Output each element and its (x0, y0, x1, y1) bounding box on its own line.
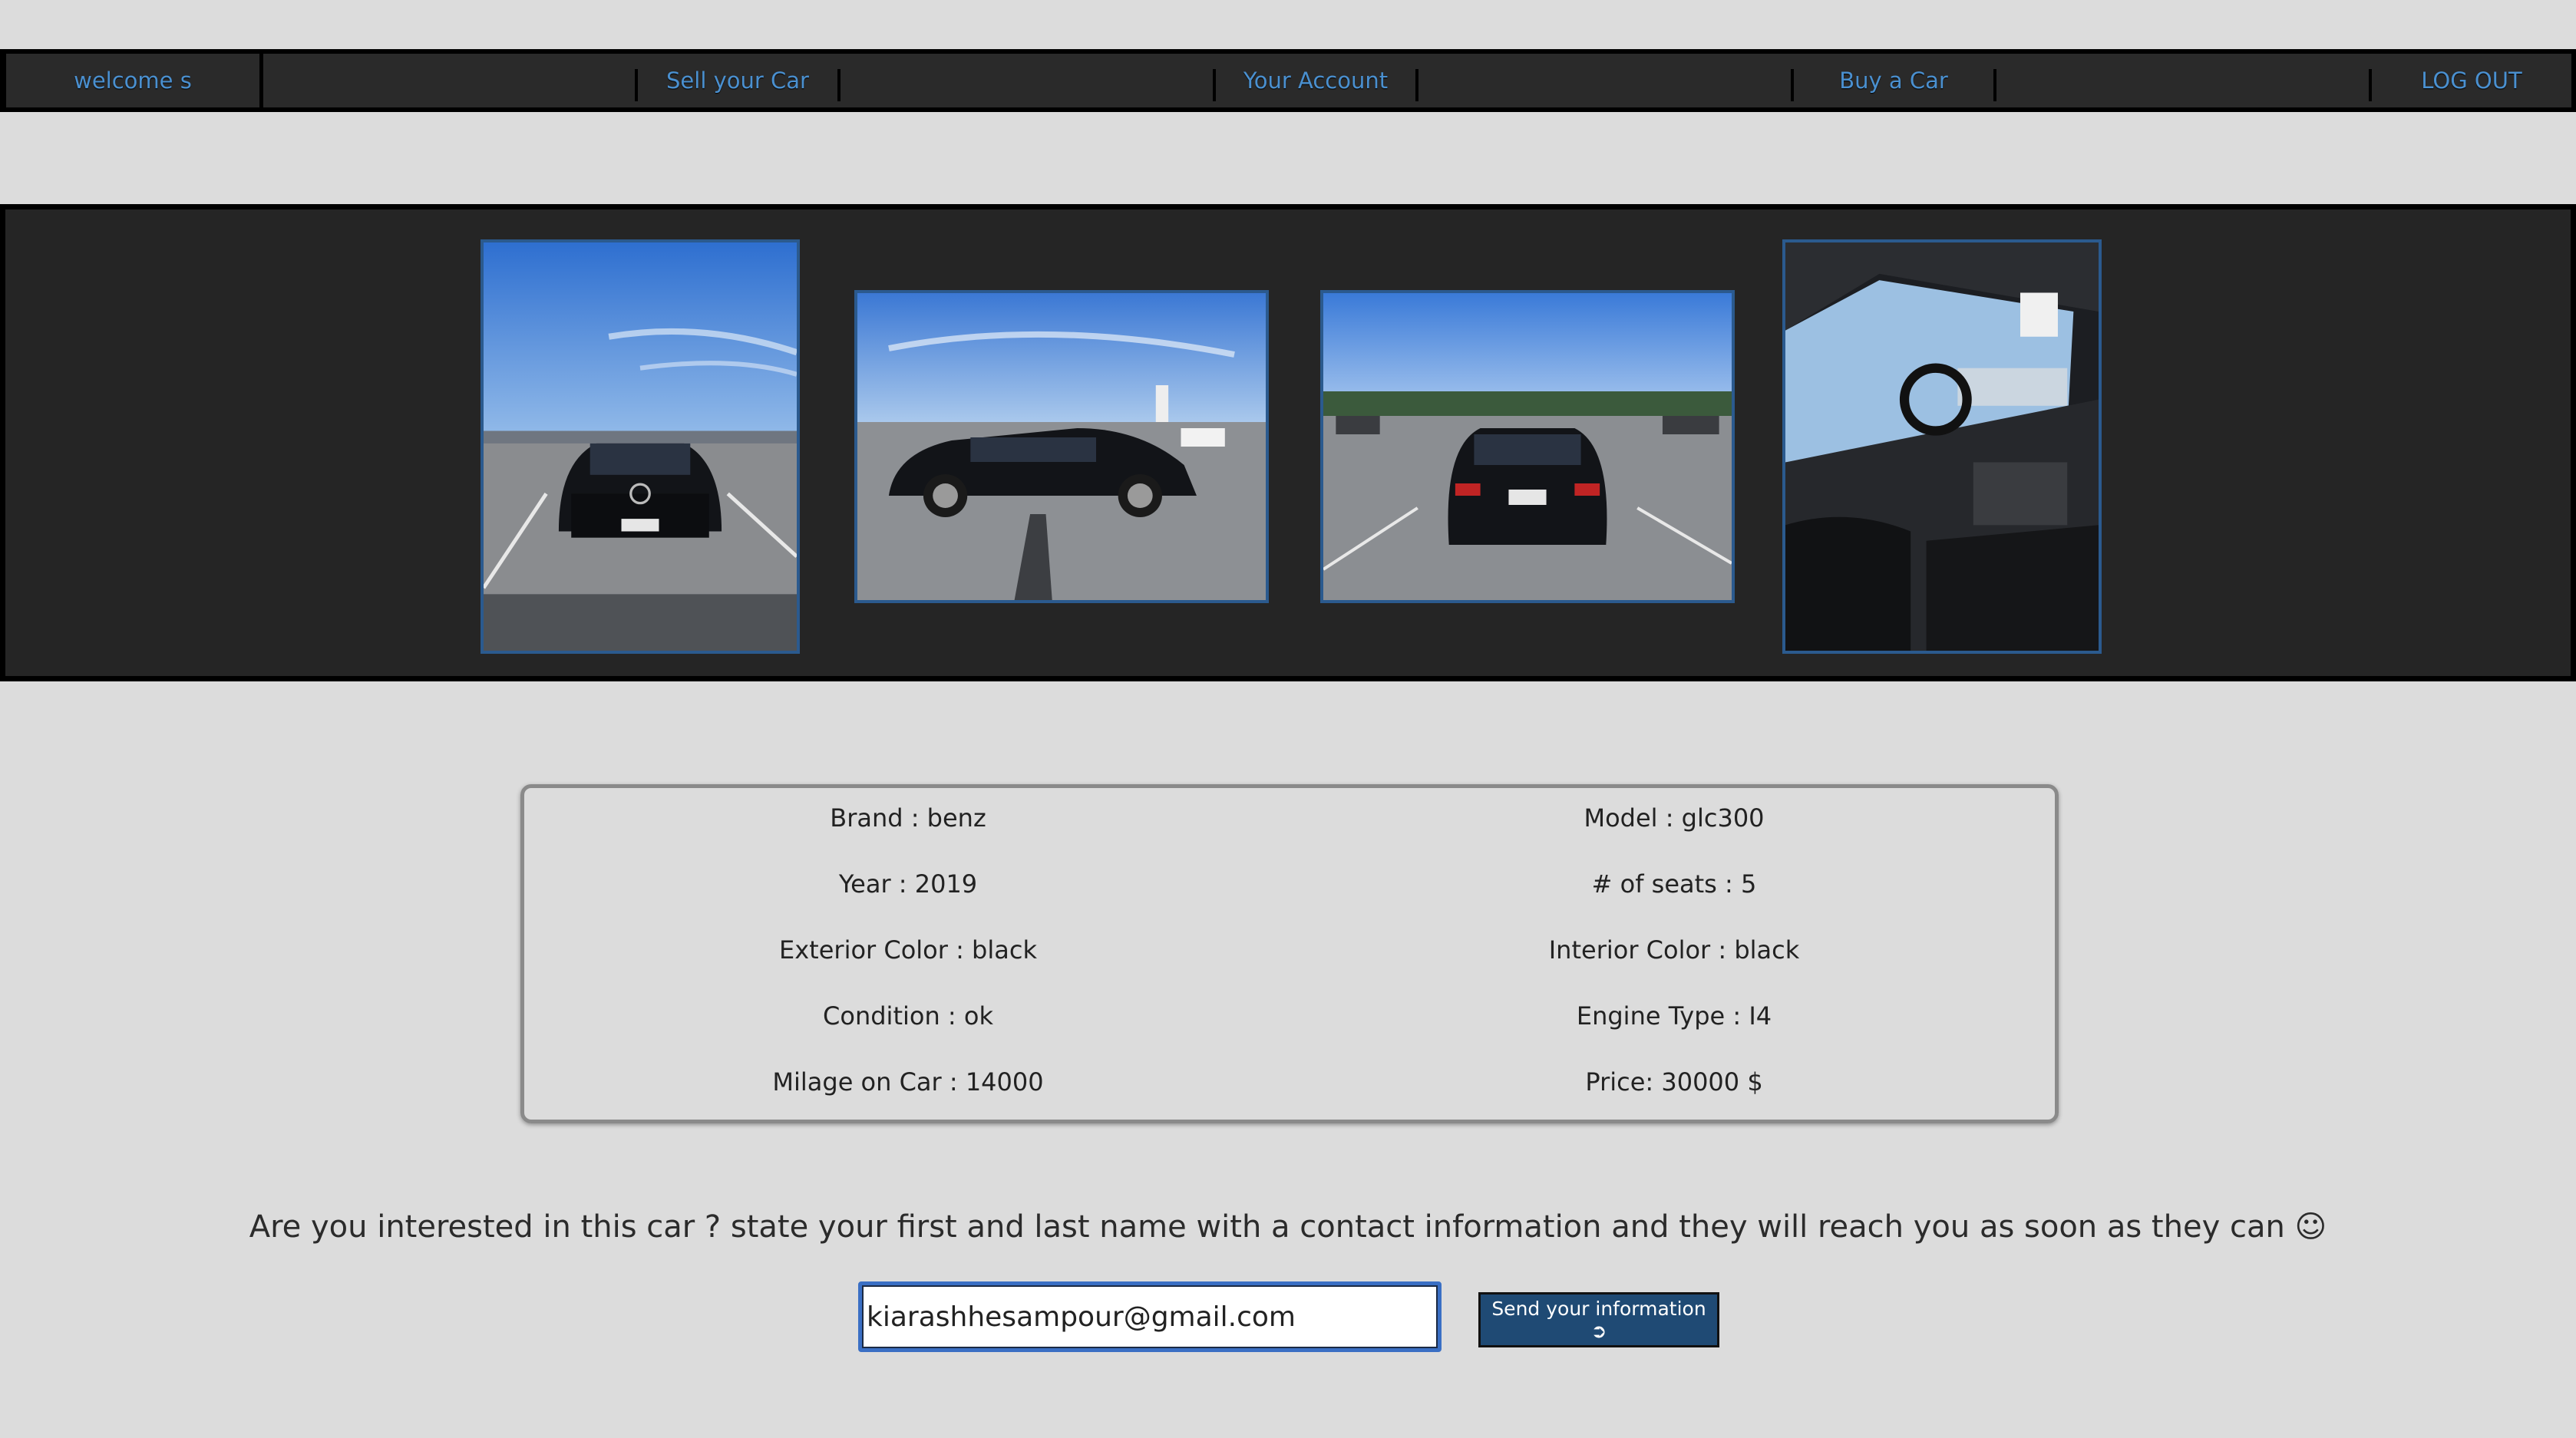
car-photo-interior[interactable] (1782, 239, 2102, 654)
condition-value: Condition : ok (823, 1001, 993, 1031)
brand-value: Brand : benz (830, 803, 986, 833)
car-photo-gallery (0, 204, 2576, 681)
car-side-image (857, 293, 1266, 600)
car-interior-image (1785, 242, 2099, 651)
buy-a-car-link[interactable]: Buy a Car (1794, 54, 1993, 107)
interior-color-value: Interior Color : black (1548, 935, 1800, 965)
nav-divider (259, 54, 263, 107)
welcome-label: welcome s (74, 68, 192, 94)
nav-edge (2571, 54, 2576, 107)
car-photo-side[interactable] (854, 290, 1269, 603)
nav-divider (1993, 69, 1996, 101)
send-information-button[interactable]: Send your information ➲ (1478, 1292, 1719, 1347)
logout-link[interactable]: LOG OUT (2372, 54, 2571, 107)
car-details-card: Brand : benz Model : glc300 Year : 2019 … (520, 784, 2059, 1123)
year-value: Year : 2019 (838, 869, 978, 899)
model-value: Model : glc300 (1584, 803, 1765, 833)
exterior-color-value: Exterior Color : black (779, 935, 1037, 965)
top-navigation-bar: welcome s Sell your Car Your Account Buy… (0, 49, 2576, 112)
sell-your-car-link[interactable]: Sell your Car (638, 54, 837, 107)
car-photo-rear[interactable] (1320, 290, 1735, 603)
engine-type-value: Engine Type : I4 (1576, 1001, 1772, 1031)
car-photo-front[interactable] (481, 239, 800, 654)
nav-divider (837, 69, 841, 101)
price-value: Price: 30000 $ (1585, 1067, 1763, 1097)
milage-value: Milage on Car : 14000 (772, 1067, 1044, 1097)
your-account-link[interactable]: Your Account (1216, 54, 1415, 107)
contact-info-input[interactable] (858, 1281, 1442, 1352)
car-front-image (484, 242, 797, 651)
nav-divider (1415, 69, 1418, 101)
car-rear-image (1323, 293, 1732, 600)
nav-edge (0, 54, 6, 107)
contact-prompt: Are you interested in this car ? state y… (249, 1209, 2327, 1245)
seats-value: # of seats : 5 (1591, 869, 1757, 899)
